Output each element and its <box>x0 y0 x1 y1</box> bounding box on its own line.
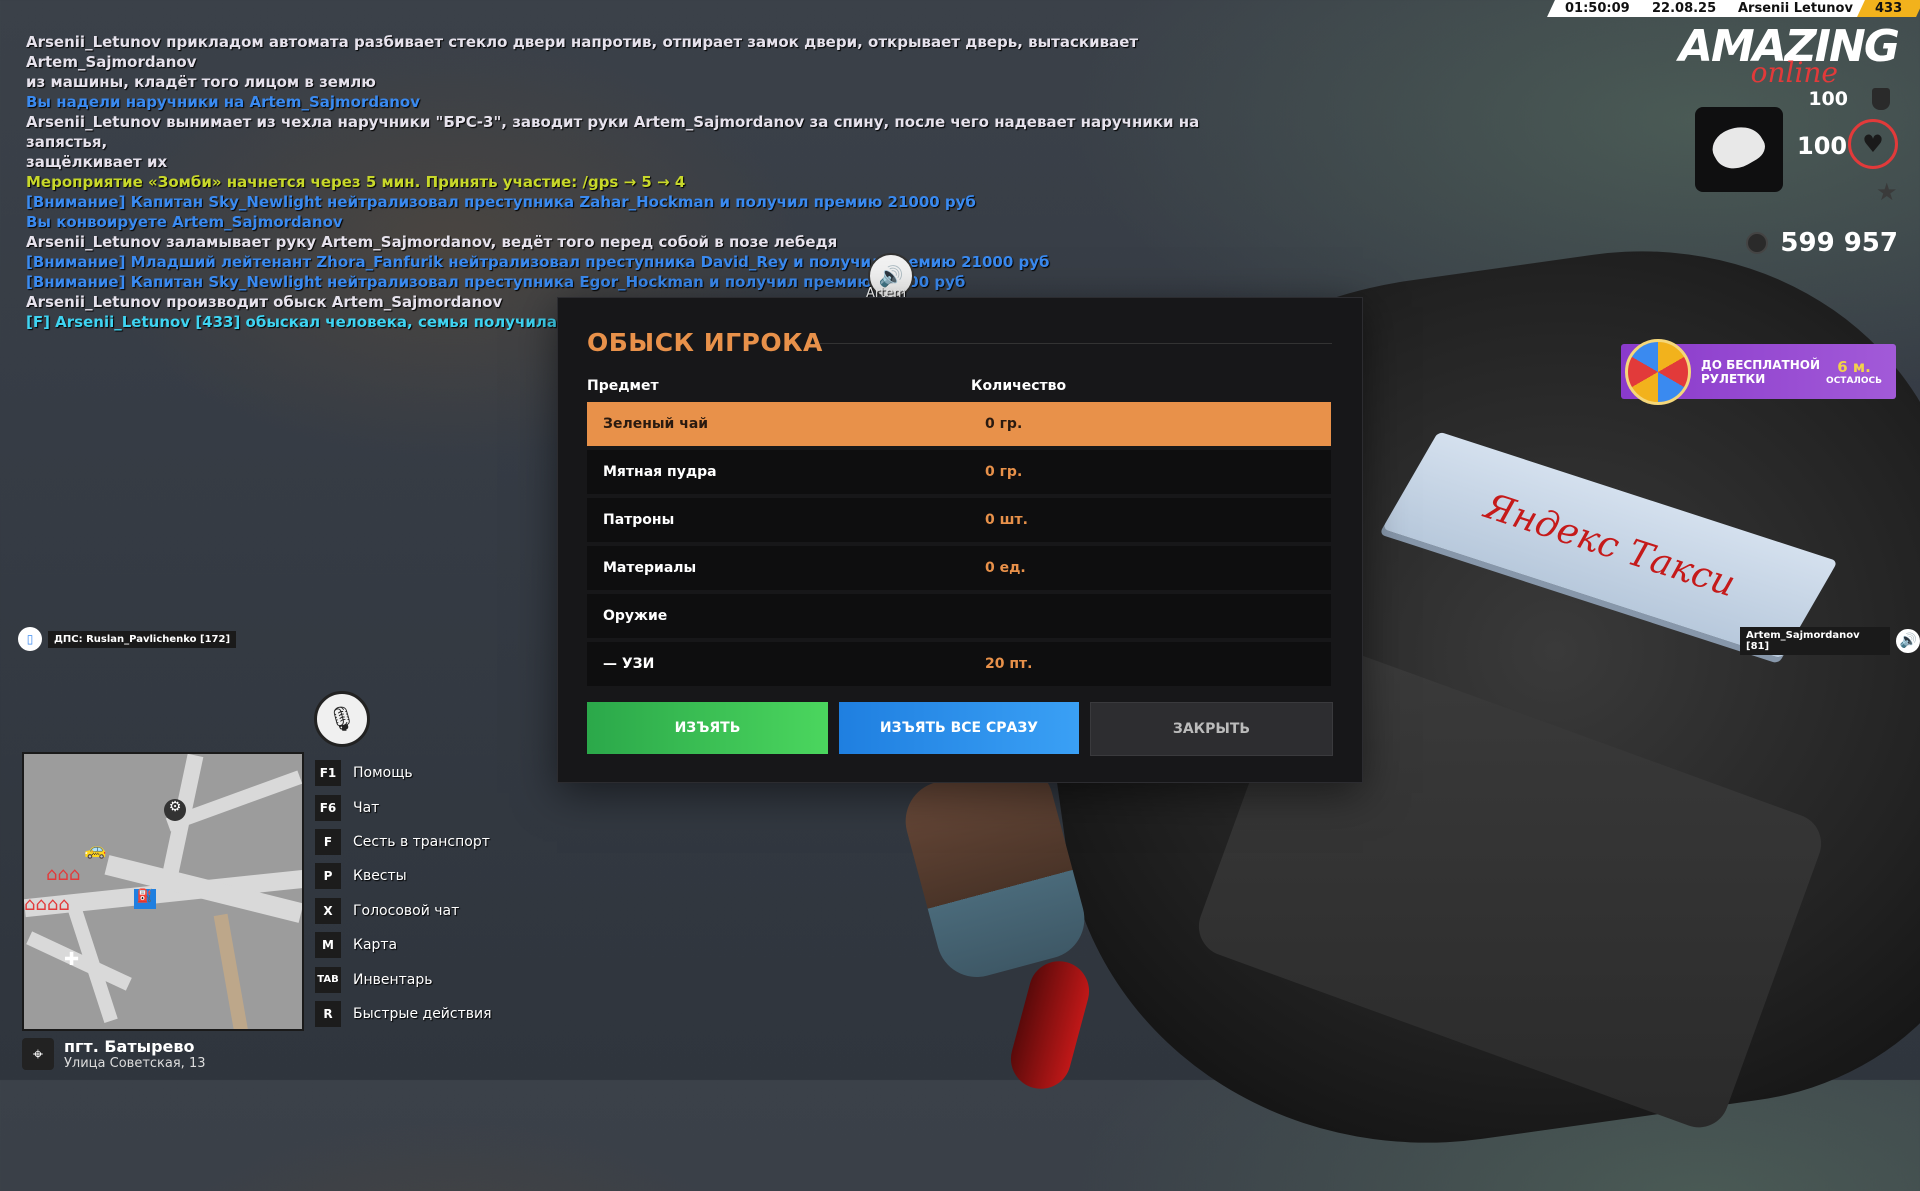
column-item-header: Предмет <box>587 378 659 394</box>
item-name: — УЗИ <box>603 656 655 672</box>
chat-line: Arsenii_Letunov прикладом автомата разби… <box>26 33 1139 91</box>
item-quantity: 0 гр. <box>985 416 1023 432</box>
car-taillight <box>1004 954 1096 1096</box>
item-row[interactable]: Патроны 0 шт. <box>587 498 1331 542</box>
item-row[interactable]: Оружие <box>587 594 1331 638</box>
street-name: Улица Советская, 13 <box>64 1056 206 1071</box>
confiscate-all-button[interactable]: ИЗЪЯТЬ ВСЕ СРАЗУ <box>839 702 1079 754</box>
chat-line: Arsenii_Letunov вынимает из чехла наручн… <box>26 113 1200 171</box>
item-name: Зеленый чай <box>603 416 709 432</box>
armor-value: 100 <box>1808 88 1848 110</box>
roulette-remain: ОСТАЛОСЬ <box>1826 375 1882 386</box>
chat-log: Arsenii_Letunov прикладом автомата разби… <box>26 32 1276 332</box>
nametag-left: ▯ ДПС: Ruslan_Pavlichenko [172] <box>18 627 237 651</box>
speaker-icon: 🔊 <box>1896 629 1920 653</box>
money-display: 599 957 <box>1746 228 1898 258</box>
hotkey-map[interactable]: M Карта <box>315 928 492 962</box>
chat-line: Мероприятие «Зомби» начнется через 5 мин… <box>26 173 686 191</box>
status-bar: 01:50:09 22.08.25 Arsenii Letunov 433 <box>1547 0 1920 17</box>
item-row[interactable]: — УЗИ 20 пт. <box>587 642 1331 686</box>
chat-line: Вы конвоируете Artem_Sajmordanov <box>26 213 343 231</box>
column-quantity-header: Количество <box>971 378 1067 394</box>
roulette-wheel-icon <box>1625 338 1691 405</box>
clock: 01:50:09 <box>1547 0 1648 17</box>
game-logo: AMAZING online <box>1678 21 1900 90</box>
item-row[interactable]: Материалы 0 ед. <box>587 546 1331 590</box>
item-row[interactable]: Зеленый чай 0 гр. <box>587 402 1331 446</box>
title-divider <box>820 343 1332 344</box>
hotkey-voice-chat[interactable]: X Голосовой чат <box>315 894 492 928</box>
item-quantity: 0 гр. <box>985 464 1023 480</box>
armor-icon <box>1872 88 1890 110</box>
heart-icon: ♥ <box>1848 119 1898 169</box>
coins-icon <box>1746 232 1769 254</box>
close-button[interactable]: ЗАКРЫТЬ <box>1090 702 1333 756</box>
items-list: Зеленый чай 0 гр. Мятная пудра 0 гр. Пат… <box>587 402 1331 690</box>
roulette-text: ДО БЕСПЛАТНОЙ РУЛЕТКИ <box>1701 357 1820 386</box>
hotkey-chat[interactable]: F6 Чат <box>315 790 492 824</box>
player-name: Arsenii Letunov <box>1719 0 1871 17</box>
chat-line: Arsenii_Letunov заламывает руку Artem_Sa… <box>26 233 838 251</box>
hotkey-inventory[interactable]: TAB Инвентарь <box>315 962 492 996</box>
item-name: Оружие <box>603 608 668 624</box>
item-name: Материалы <box>603 560 697 576</box>
location-info: ⌖ пгт. Батырево Улица Советская, 13 <box>22 1037 205 1071</box>
player-id: 433 <box>1856 0 1920 17</box>
city-name: пгт. Батырево <box>64 1037 195 1056</box>
nametag-right: Artem_Sajmordanov [81] 🔊 <box>1740 627 1920 655</box>
money-value: 599 957 <box>1780 228 1898 258</box>
item-quantity: 20 пт. <box>985 656 1033 672</box>
gas-station-icon: ⛽ <box>134 889 156 909</box>
health-value: 100 <box>1797 132 1848 160</box>
house-icon: ⌂⌂⌂ <box>46 864 81 885</box>
minimap[interactable]: ⌂⌂⌂ ⌂⌂⌂⌂ ⛽ ⚙ 🚕 ✚ <box>22 752 304 1031</box>
item-row[interactable]: Мятная пудра 0 гр. <box>587 450 1331 494</box>
item-quantity: 0 ед. <box>985 560 1026 576</box>
microphone-icon[interactable]: 🎙 <box>314 691 370 747</box>
hotkeys-list: F1 Помощь F6 Чат F Сесть в транспорт P Квест… <box>315 756 492 1031</box>
chat-line: [Внимание] Капитан Sky_Newlight нейтрали… <box>26 193 976 211</box>
item-name: Мятная пудра <box>603 464 717 480</box>
taxi-icon: 🚕 <box>84 839 107 860</box>
wanted-star-icon: ★ <box>1876 178 1898 206</box>
hotkey-enter-vehicle[interactable]: F Сесть в транспорт <box>315 825 492 859</box>
roulette-banner[interactable]: ДО БЕСПЛАТНОЙ РУЛЕТКИ 6 м. ОСТАЛОСЬ <box>1621 338 1896 405</box>
chat-line: [Внимание] Младший лейтенант Zhora_Fanfu… <box>26 253 1050 271</box>
player-marker-icon: ✚ <box>64 949 80 970</box>
item-name: Патроны <box>603 512 675 528</box>
hotkey-quick-actions[interactable]: R Быстрые действия <box>315 997 492 1031</box>
item-quantity: 0 шт. <box>985 512 1028 528</box>
chat-line: Вы надели наручники на Artem_Sajmordanov <box>26 93 421 111</box>
search-player-modal: ОБЫСК ИГРОКА Предмет Количество Зеленый … <box>557 297 1363 783</box>
confiscate-button[interactable]: ИЗЪЯТЬ <box>587 702 828 754</box>
modal-title: ОБЫСК ИГРОКА <box>587 328 823 357</box>
roulette-time: 6 м. <box>1837 357 1871 376</box>
date: 22.08.25 <box>1633 0 1734 17</box>
phone-icon: ▯ <box>18 627 42 651</box>
chat-line: [Внимание] Капитан Sky_Newlight нейтрали… <box>26 273 966 291</box>
hotkey-quests[interactable]: P Квесты <box>315 859 492 893</box>
house-icon: ⌂⌂⌂⌂ <box>24 894 70 915</box>
weapon-fist-icon <box>1695 107 1783 192</box>
wheel-icon: ⚙ <box>164 799 186 821</box>
map-pin-icon: ⌖ <box>22 1038 54 1070</box>
hotkey-help[interactable]: F1 Помощь <box>315 756 492 790</box>
